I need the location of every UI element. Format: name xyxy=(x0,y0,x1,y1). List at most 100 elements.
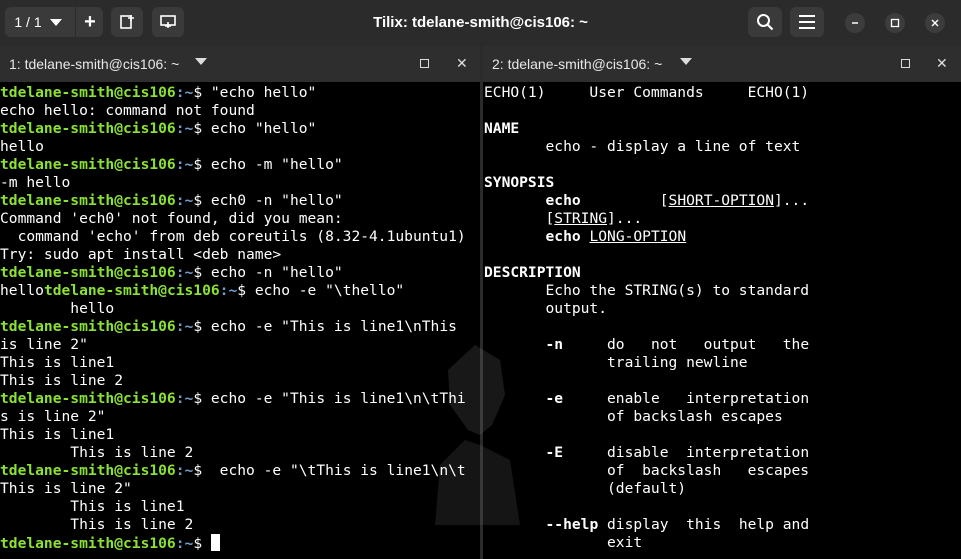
prompt-symbol: $ xyxy=(193,156,203,173)
prompt-symbol: $ xyxy=(193,390,203,407)
chevron-down-icon[interactable] xyxy=(195,58,207,65)
output-line: hello xyxy=(0,138,479,156)
add-session-icon xyxy=(120,15,134,29)
command-text: echo -n "hello" xyxy=(202,264,343,281)
prompt-path: :~ xyxy=(219,282,238,299)
search-icon xyxy=(757,14,774,31)
man-line xyxy=(484,156,961,174)
add-terminal-button[interactable]: + xyxy=(75,7,104,37)
prompt-symbol: $ xyxy=(193,120,203,137)
prompt-line: tdelane-smith@cis106:~$ echo -n "hello" xyxy=(0,264,479,282)
output-text: This is line1 xyxy=(0,498,185,515)
man-text: -e xyxy=(545,390,564,407)
maximize-button[interactable] xyxy=(885,13,905,33)
man-text: -E xyxy=(545,444,564,461)
new-session-button[interactable] xyxy=(111,7,143,37)
right-terminal[interactable]: ECHO(1) User Commands ECHO(1) NAME echo -… xyxy=(484,84,961,552)
prompt-symbol: $ xyxy=(193,84,203,101)
session-counter-button[interactable]: 1 / 1 xyxy=(5,7,71,37)
plus-icon: + xyxy=(84,11,96,33)
left-terminal[interactable]: tdelane-smith@cis106:~$ "echo hello" echo… xyxy=(0,84,479,553)
output-text: is line 2" xyxy=(0,336,88,353)
prompt-path: :~ xyxy=(175,318,194,335)
man-text xyxy=(484,444,546,461)
chevron-down-icon xyxy=(49,18,62,26)
close-pane-icon[interactable]: ✕ xyxy=(456,55,468,72)
man-text: SHORT-OPTION xyxy=(668,192,774,209)
session-switcher: 1 / 1 + xyxy=(5,7,103,37)
sync-input-icon xyxy=(160,15,176,28)
output-line: This is line 2 xyxy=(0,516,479,534)
man-text: echo xyxy=(545,228,581,245)
output-line: This is line1 xyxy=(0,498,479,516)
command-text xyxy=(202,535,211,552)
man-line: SYNOPSIS xyxy=(484,174,961,192)
output-line: This is line1 xyxy=(0,354,479,372)
command-text: echo -e "This is line1\nThis xyxy=(202,318,457,335)
man-text: --help xyxy=(545,516,599,533)
output-line: echo hello: command not found xyxy=(0,102,479,120)
close-pane-icon[interactable]: ✕ xyxy=(936,55,948,72)
right-pane-title: 2: tdelane-smith@cis106: ~ xyxy=(492,56,663,72)
man-text: echo - display a line of text xyxy=(484,138,801,155)
man-text: do not output the xyxy=(563,336,810,353)
maximize-pane-icon[interactable] xyxy=(420,59,429,68)
prompt-user: tdelane-smith@cis106 xyxy=(0,84,176,101)
output-line: This is line 2 xyxy=(0,444,479,462)
prompt-user: tdelane-smith@cis106 xyxy=(0,120,176,137)
man-line: Echo the STRING(s) to standard xyxy=(484,282,961,300)
output-text: This is line 2 xyxy=(0,516,194,533)
output-line: This is line1 xyxy=(0,426,479,444)
prompt-user: tdelane-smith@cis106 xyxy=(0,264,176,281)
output-line: Command 'ech0' not found, did you mean: xyxy=(0,210,479,228)
man-line: of backslash escapes xyxy=(484,408,961,426)
man-line: trailing newline xyxy=(484,354,961,372)
man-line: echo LONG-OPTION xyxy=(484,228,961,246)
prompt-path: :~ xyxy=(175,535,194,552)
man-line: NAME xyxy=(484,120,961,138)
search-button[interactable] xyxy=(748,7,782,37)
man-text: (default) xyxy=(484,480,687,497)
prompt-line: tdelane-smith@cis106:~$ ech0 -n "hello" xyxy=(0,192,479,210)
command-text: echo -e "\thello" xyxy=(246,282,405,299)
prompt-user: tdelane-smith@cis106 xyxy=(0,535,176,552)
maximize-pane-icon[interactable] xyxy=(901,59,910,68)
prompt-symbol: $ xyxy=(193,318,203,335)
man-line: --help display this help and xyxy=(484,516,961,534)
man-text: output. xyxy=(484,300,608,317)
man-text: ]... xyxy=(607,210,643,227)
prompt-line: tdelane-smith@cis106:~$ xyxy=(0,534,479,553)
output-text: hello xyxy=(0,282,44,299)
sync-input-button[interactable] xyxy=(152,7,184,37)
prompt-user: tdelane-smith@cis106 xyxy=(0,462,176,479)
man-line xyxy=(484,246,961,264)
output-text: This is line 2" xyxy=(0,480,132,497)
minimize-button[interactable] xyxy=(845,13,865,33)
man-line: of backslash escapes xyxy=(484,462,961,480)
close-button[interactable] xyxy=(925,13,945,33)
man-line: ECHO(1) User Commands ECHO(1) xyxy=(484,84,961,102)
output-line: Try: sudo apt install <deb name> xyxy=(0,246,479,264)
right-pane-tab-bar: 2: tdelane-smith@cis106: ~ ✕ xyxy=(483,46,961,82)
prompt-symbol: $ xyxy=(193,462,203,479)
menu-button[interactable] xyxy=(790,7,824,37)
command-text: echo -e "\tThis is line1\n\t xyxy=(202,462,466,479)
left-pane-title: 1: tdelane-smith@cis106: ~ xyxy=(9,56,180,72)
command-text: echo -e "This is line1\n\tThi xyxy=(202,390,466,407)
chevron-down-icon[interactable] xyxy=(680,58,692,65)
prompt-path: :~ xyxy=(175,120,194,137)
man-line: -E disable interpretation xyxy=(484,444,961,462)
prompt-path: :~ xyxy=(175,264,194,281)
output-line: This is line 2 xyxy=(0,372,479,390)
prompt-path: :~ xyxy=(175,84,194,101)
man-line xyxy=(484,102,961,120)
man-text xyxy=(484,228,546,245)
man-text: trailing newline xyxy=(484,354,748,371)
man-line: echo - display a line of text xyxy=(484,138,961,156)
man-text: [ xyxy=(580,192,669,209)
prompt-user: tdelane-smith@cis106 xyxy=(0,156,176,173)
command-text: echo -m "hello" xyxy=(202,156,343,173)
output-line: is line 2" xyxy=(0,336,479,354)
prompt-symbol: $ xyxy=(237,282,247,299)
man-line: (default) xyxy=(484,480,961,498)
